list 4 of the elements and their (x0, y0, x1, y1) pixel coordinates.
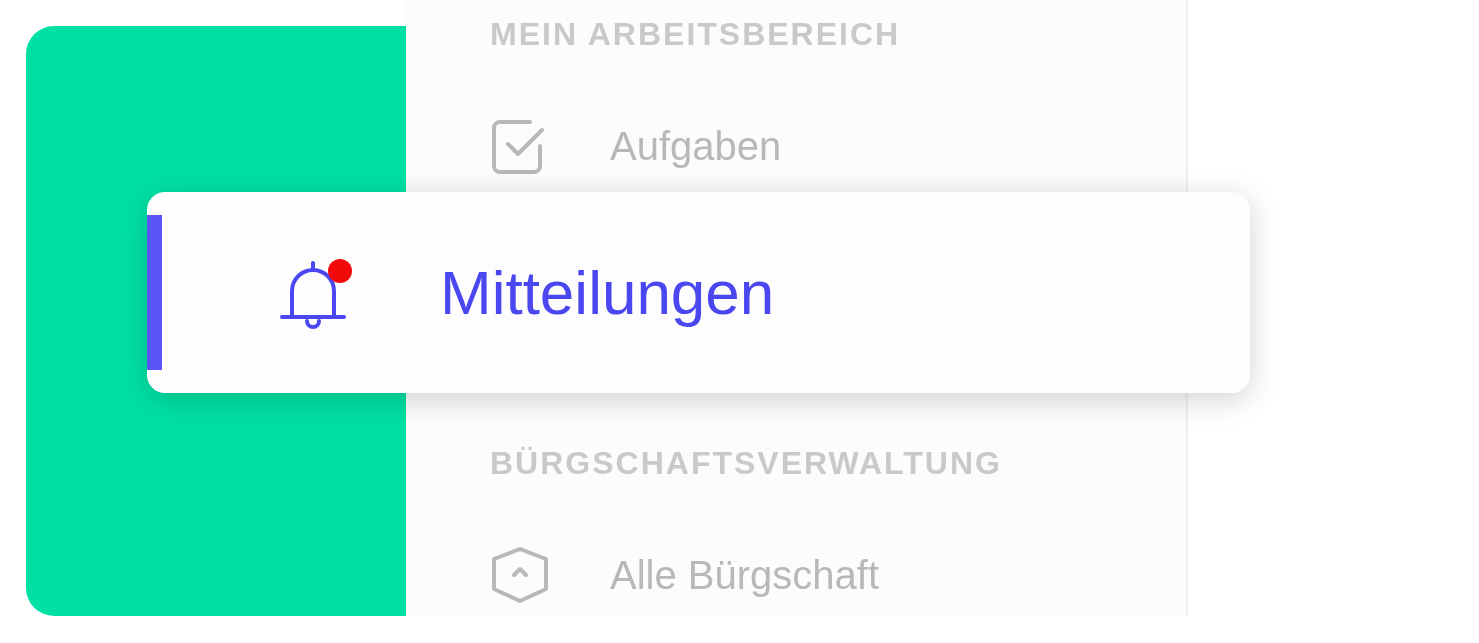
shield-icon (490, 545, 550, 605)
nav-item[interactable]: Alle Bürgschaft (490, 535, 1186, 615)
nav-item[interactable]: Mitteilungen (147, 192, 1250, 393)
nav-item[interactable]: Aufgaben (490, 106, 1186, 186)
